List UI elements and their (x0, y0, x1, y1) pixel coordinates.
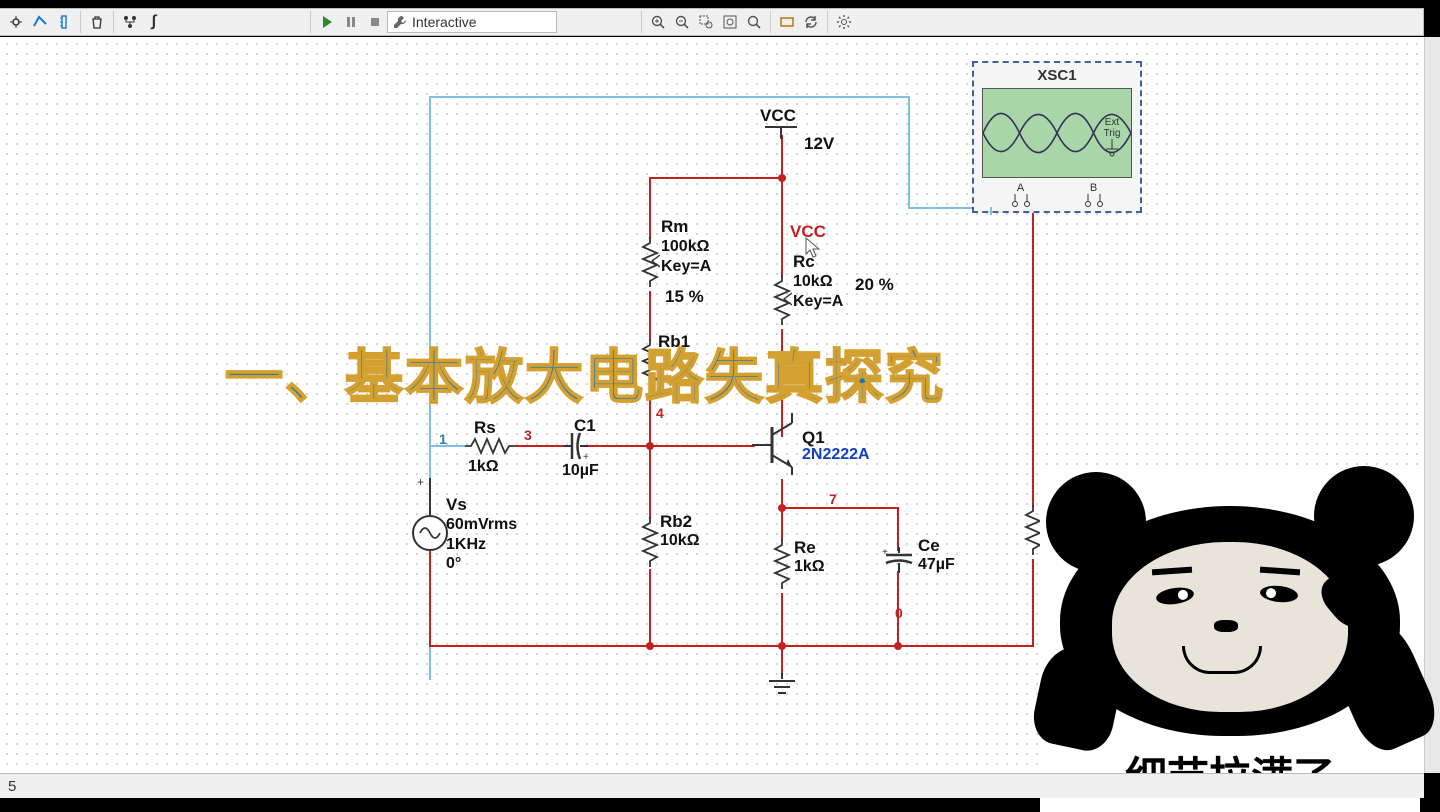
rm-key: Key=A (661, 257, 711, 276)
node-0: 0 (895, 605, 903, 621)
vs-freq: 1KHz (446, 535, 517, 554)
scope-ext-label: Ext Trig (1097, 117, 1127, 139)
scope-port-a: A (1017, 182, 1024, 194)
meme-sticker: 细节拉满了 (1040, 472, 1420, 812)
status-bar: 5 (0, 773, 1424, 798)
component-rc[interactable] (772, 275, 792, 325)
vs-phase: 0° (446, 554, 517, 573)
app-window: ∫ Interactive (0, 0, 1440, 812)
q1-model: 2N2222A (802, 445, 870, 465)
rm-percent: 15 % (665, 287, 704, 307)
component-ce[interactable]: + (882, 547, 916, 573)
component-rb2[interactable] (640, 517, 660, 567)
component-re[interactable] (772, 539, 792, 589)
scope-screen: Ext Trig (982, 88, 1132, 178)
stop-button[interactable] (363, 10, 387, 34)
rs-name: Rs (474, 417, 496, 438)
vs-name: Vs (446, 495, 517, 515)
rb2-value: 10kΩ (660, 531, 700, 551)
vcc-value: 12V (804, 133, 834, 154)
node-7: 7 (829, 491, 837, 507)
toolbar: ∫ Interactive (0, 8, 1424, 36)
settings-icon[interactable] (832, 10, 856, 34)
vcc-terminal[interactable] (761, 125, 801, 139)
wrench-icon (392, 14, 408, 30)
zoom-100-icon[interactable] (742, 10, 766, 34)
component-tool-icon[interactable] (52, 10, 76, 34)
mouse-cursor-icon (805, 237, 823, 259)
rm-name: Rm (661, 217, 711, 237)
re-name: Re (794, 537, 816, 558)
svg-text:+: + (882, 547, 888, 558)
probe-tool-icon[interactable] (4, 10, 28, 34)
rb2-name: Rb2 (660, 511, 692, 532)
zoom-out-icon[interactable] (670, 10, 694, 34)
rc-percent: 20 % (855, 275, 894, 295)
scope-name: XSC1 (978, 67, 1136, 84)
ce-name: Ce (918, 535, 940, 556)
zoom-area-icon[interactable] (694, 10, 718, 34)
zoom-fit-icon[interactable] (718, 10, 742, 34)
zoom-in-icon[interactable] (646, 10, 670, 34)
node-1: 1 (439, 431, 447, 447)
rs-value: 1kΩ (468, 457, 499, 477)
panda-meme-image (1040, 472, 1420, 742)
status-text: 5 (8, 778, 16, 795)
hierarchy-icon[interactable] (118, 10, 142, 34)
video-title-overlay: 一、基本放大电路失真探究 (225, 330, 945, 414)
ground-symbol[interactable] (767, 673, 797, 697)
simulation-mode-select[interactable]: Interactive (387, 11, 557, 33)
component-rs[interactable] (465, 436, 515, 456)
scope-port-b: B (1090, 182, 1097, 194)
node-3: 3 (524, 427, 532, 443)
c1-value: 10µF (562, 461, 599, 481)
instrument-oscilloscope[interactable]: XSC1 Ext Trig A (972, 61, 1142, 213)
vertical-scrollbar[interactable] (1424, 37, 1440, 773)
zoom-selection-icon[interactable] (775, 10, 799, 34)
rc-key: Key=A (793, 292, 843, 311)
mode-label: Interactive (412, 14, 477, 30)
function-icon[interactable]: ∫ (142, 10, 166, 34)
run-button[interactable] (315, 10, 339, 34)
wire-tool-icon[interactable] (28, 10, 52, 34)
refresh-icon[interactable] (799, 10, 823, 34)
c1-name: C1 (574, 415, 596, 436)
rc-value: 10kΩ (793, 272, 843, 291)
rm-value: 100kΩ (661, 237, 711, 256)
component-rm[interactable] (640, 237, 660, 287)
delete-icon[interactable] (85, 10, 109, 34)
ce-value: 47µF (918, 555, 955, 575)
re-value: 1kΩ (794, 557, 825, 577)
vcc-label: VCC (760, 105, 796, 126)
vs-vrms: 60mVrms (446, 515, 517, 534)
component-vs[interactable] (412, 515, 448, 551)
pause-button[interactable] (339, 10, 363, 34)
